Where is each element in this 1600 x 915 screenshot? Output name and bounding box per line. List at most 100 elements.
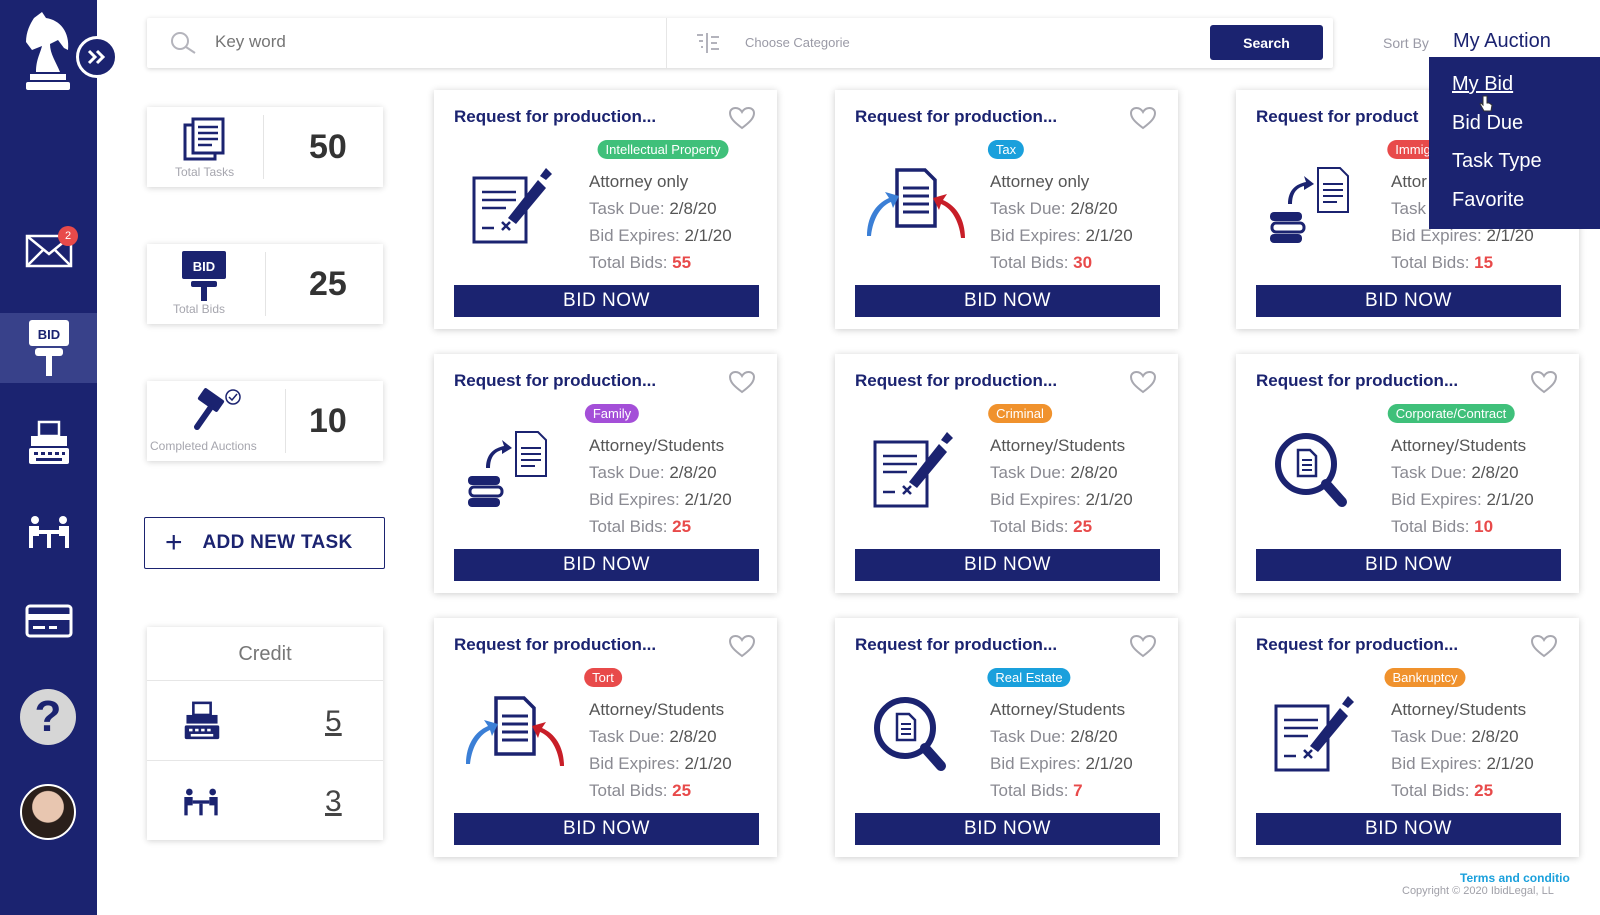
total-bids-value: 25 xyxy=(1474,781,1494,800)
bid-expires-value: 2/1/20 xyxy=(684,226,732,245)
heart-favorite-icon[interactable] xyxy=(1530,370,1558,394)
filter-list-icon[interactable] xyxy=(695,31,721,55)
sort-option-bid-due[interactable]: Bid Due xyxy=(1429,112,1600,151)
bid-now-button[interactable]: BID NOW xyxy=(855,813,1160,845)
task-card-title[interactable]: Request for production... xyxy=(855,635,1057,655)
user-avatar[interactable] xyxy=(20,784,76,840)
total-bids-label: Total Bids: xyxy=(1391,781,1475,800)
help-question-icon[interactable]: ? xyxy=(20,689,76,745)
task-card-title[interactable]: Request for production... xyxy=(454,107,656,127)
nav-messages[interactable] xyxy=(0,216,97,286)
total-bids-row: Total Bids: 30 xyxy=(990,249,1133,276)
total-bids-row: Total Bids: 10 xyxy=(1391,513,1534,540)
total-bids-label: Total Bids: xyxy=(1391,253,1475,272)
sort-option-favorite[interactable]: Favorite xyxy=(1429,189,1600,228)
task-card-title[interactable]: Request for production... xyxy=(855,107,1057,127)
total-bids-value: 25 xyxy=(672,781,692,800)
task-card[interactable]: Request for production... Real Estate Atto… xyxy=(835,618,1178,857)
nav-payments[interactable] xyxy=(0,586,97,656)
bid-now-button[interactable]: BID NOW xyxy=(454,813,759,845)
sort-option-my-bid[interactable]: My Bid xyxy=(1429,73,1600,112)
search-bar: Choose Categorie Search xyxy=(147,18,1333,68)
bid-now-button[interactable]: BID NOW xyxy=(454,285,759,317)
bid-expires-row: Bid Expires: 2/1/20 xyxy=(1391,750,1534,777)
bid-now-button[interactable]: BID NOW xyxy=(1256,813,1561,845)
task-card[interactable]: Request for production... Tax Attorney onl… xyxy=(835,90,1178,329)
total-bids-row: Total Bids: 55 xyxy=(589,249,732,276)
task-due-row: Task Due: 2/8/20 xyxy=(1391,723,1534,750)
bid-now-button[interactable]: BID NOW xyxy=(855,549,1160,581)
bid-now-button[interactable]: BID NOW xyxy=(1256,285,1561,317)
heart-favorite-icon[interactable] xyxy=(1129,370,1157,394)
heart-favorite-icon[interactable] xyxy=(1530,634,1558,658)
bid-expires-row: Bid Expires: 2/1/20 xyxy=(990,222,1133,249)
nav-typewriter[interactable] xyxy=(0,408,97,478)
audience-text: Attorney/Students xyxy=(589,700,725,719)
bid-now-button[interactable]: BID NOW xyxy=(855,285,1160,317)
task-info: Attorney/Students Task Due: 2/8/20 Bid Exp… xyxy=(990,696,1133,804)
category-tag: Family xyxy=(584,404,640,423)
bid-now-button[interactable]: BID NOW xyxy=(454,549,759,581)
documents-icon xyxy=(183,117,225,161)
task-card[interactable]: Request for production... Corporate/Contr… xyxy=(1236,354,1579,593)
audience-text: Attorney/Students xyxy=(1391,436,1527,455)
credit-typewriter-value[interactable]: 5 xyxy=(325,705,342,739)
category-select[interactable]: Choose Categorie xyxy=(745,35,850,50)
sort-dropdown-menu: My Bid Bid Due Task Type Favorite xyxy=(1429,57,1600,229)
task-due-row: Task Due: 2/8/20 xyxy=(589,459,732,486)
credit-card-icon xyxy=(25,604,72,638)
task-card-title[interactable]: Request for production... xyxy=(454,635,656,655)
add-new-task-button[interactable]: + ADD NEW TASK xyxy=(144,517,385,569)
task-due-value: 2/8/20 xyxy=(669,199,717,218)
task-card-title[interactable]: Request for production... xyxy=(1256,371,1458,391)
search-button[interactable]: Search xyxy=(1210,25,1323,60)
total-bids-value: 25 xyxy=(1073,517,1093,536)
task-illustration xyxy=(861,688,971,778)
stat-total-tasks: Total Tasks 50 xyxy=(147,107,383,187)
task-illustration xyxy=(1262,424,1372,514)
heart-favorite-icon[interactable] xyxy=(1129,634,1157,658)
task-card-title[interactable]: Request for production... xyxy=(1256,635,1458,655)
task-due-value: 2/8/20 xyxy=(1070,727,1118,746)
task-card-title[interactable]: Request for production... xyxy=(855,371,1057,391)
stat-divider xyxy=(285,389,286,453)
heart-favorite-icon[interactable] xyxy=(1129,106,1157,130)
task-card[interactable]: Request for production... Criminal Attorne… xyxy=(835,354,1178,593)
keyword-search-input[interactable] xyxy=(215,32,635,52)
credit-panel: Credit 5 3 xyxy=(147,627,383,840)
knight-logo-icon[interactable] xyxy=(20,10,76,100)
sort-by-select[interactable]: My Auction xyxy=(1453,30,1551,53)
bid-expires-label: Bid Expires: xyxy=(990,490,1086,509)
copyright-text: Copyright © 2020 IbidLegal, LL xyxy=(1402,885,1554,897)
task-card[interactable]: Request for production... Bankruptcy Attor… xyxy=(1236,618,1579,857)
total-bids-row: Total Bids: 25 xyxy=(589,777,732,804)
nav-bids[interactable]: BID xyxy=(0,313,97,383)
category-tag: Corporate/Contract xyxy=(1387,404,1515,423)
double-chevron-right-icon xyxy=(87,49,106,65)
task-card[interactable]: Request for production... Family Attorney/… xyxy=(434,354,777,593)
stat-label: Total Bids xyxy=(173,302,226,316)
heart-favorite-icon[interactable] xyxy=(728,106,756,130)
task-card[interactable]: Request for production... Intellectual Pr… xyxy=(434,90,777,329)
task-card[interactable]: Request for production... Tort Attorney/St… xyxy=(434,618,777,857)
sort-option-task-type[interactable]: Task Type xyxy=(1429,150,1600,189)
total-bids-value: 25 xyxy=(672,517,692,536)
bid-now-button[interactable]: BID NOW xyxy=(1256,549,1561,581)
task-due-row: Task Due: 2/8/20 xyxy=(990,195,1133,222)
task-due-label: Task Due: xyxy=(589,727,670,746)
audience-text: Attorney/Students xyxy=(990,700,1126,719)
heart-favorite-icon[interactable] xyxy=(728,634,756,658)
document-transfer-icon xyxy=(466,696,564,766)
credit-meeting-value[interactable]: 3 xyxy=(325,785,342,819)
audience-text: Attorney/Students xyxy=(1391,700,1527,719)
terms-link[interactable]: Terms and conditio xyxy=(1460,871,1570,885)
task-card-title[interactable]: Request for production... xyxy=(454,371,656,391)
task-card-title[interactable]: Request for product xyxy=(1256,107,1418,127)
task-info: Attorney/Students Task Due: 2/8/20 Bid Exp… xyxy=(1391,696,1534,804)
expand-sidebar-button[interactable] xyxy=(76,36,118,78)
total-bids-label: Total Bids: xyxy=(990,517,1074,536)
task-due-row: Task Due: 2/8/20 xyxy=(1391,459,1534,486)
heart-favorite-icon[interactable] xyxy=(728,370,756,394)
nav-meetings[interactable] xyxy=(0,497,97,567)
bid-expires-label: Bid Expires: xyxy=(990,226,1086,245)
